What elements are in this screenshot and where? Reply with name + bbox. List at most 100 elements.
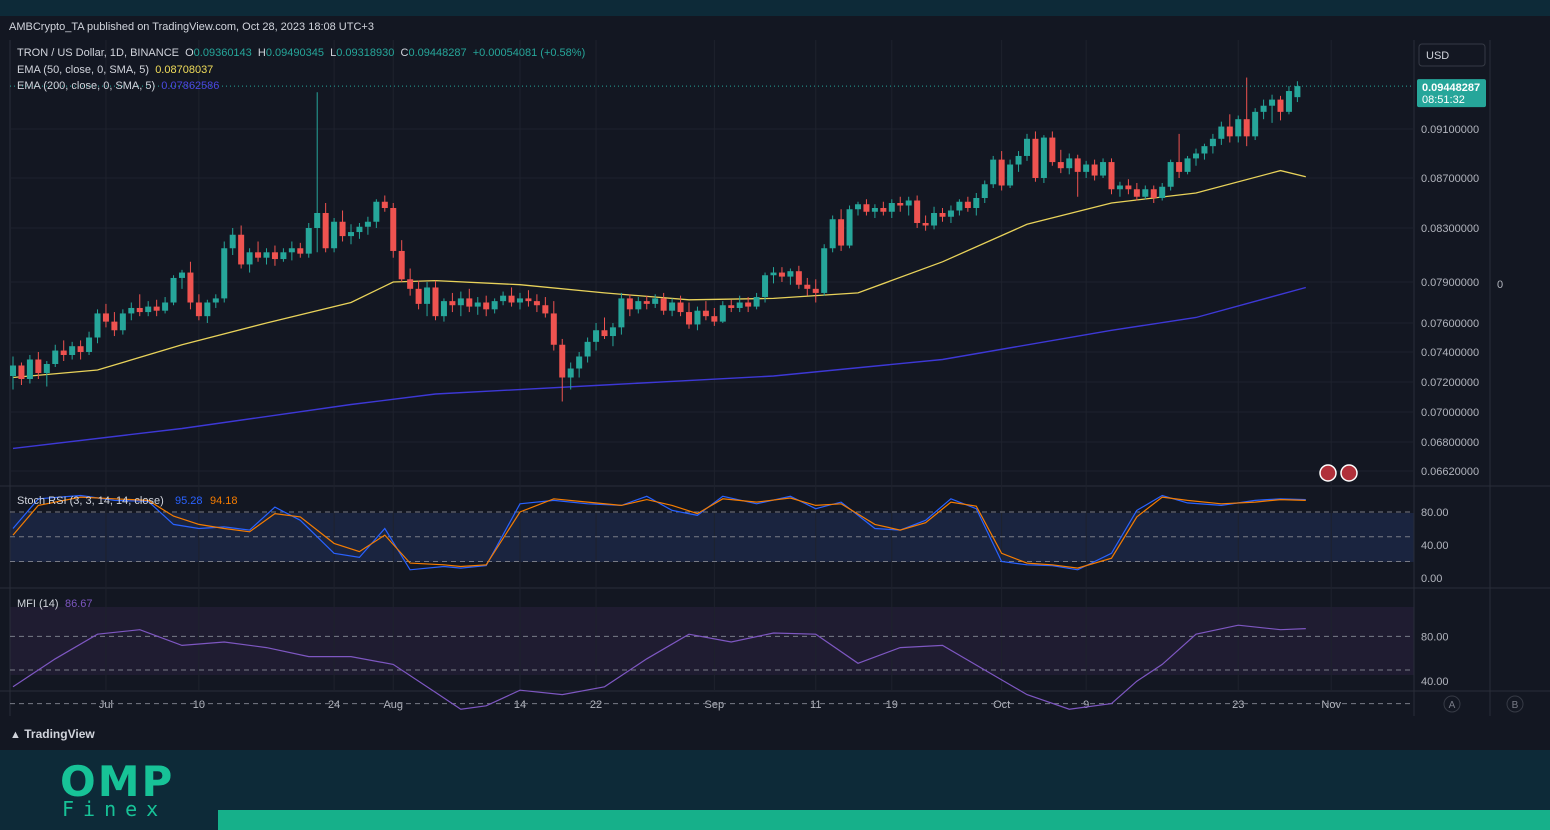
candle-body xyxy=(719,305,726,322)
candle-body xyxy=(86,337,93,352)
candle-body xyxy=(643,301,650,304)
x-tick-label: 10 xyxy=(193,699,205,711)
us-flag-event-icon xyxy=(1319,464,1337,482)
us-flag-event-icon xyxy=(1340,464,1358,482)
candle-body xyxy=(246,252,253,265)
symbol-name[interactable]: TRON / US Dollar, 1D, BINANCE xyxy=(17,47,179,59)
candle-body xyxy=(778,272,785,277)
ohlc-change: +0.00054081 (+0.58%) xyxy=(472,47,586,59)
candle-body xyxy=(60,350,67,355)
candle-body xyxy=(533,301,540,306)
candle-body xyxy=(398,250,405,280)
candle-body xyxy=(728,305,735,308)
candle-body xyxy=(1209,138,1216,147)
candle-body xyxy=(1066,158,1073,169)
ohlc-close: C0.09448287 xyxy=(400,47,467,59)
candle-body xyxy=(905,200,912,206)
candle-body xyxy=(821,248,828,293)
candle-body xyxy=(973,198,980,208)
candle-body xyxy=(1015,155,1022,165)
candle-body xyxy=(1091,164,1098,176)
candle-body xyxy=(1167,162,1174,187)
candle-body xyxy=(550,313,557,345)
price-tag-value: 0.09448287 xyxy=(1422,82,1480,94)
candle-body xyxy=(576,356,583,369)
candle-body xyxy=(762,275,769,298)
candle-body xyxy=(373,201,380,222)
x-tick-label: 11 xyxy=(810,699,821,711)
y-tick-label: 0.07400000 xyxy=(1421,347,1479,359)
candle-body xyxy=(702,310,709,317)
candle-body xyxy=(517,298,523,303)
candle-body xyxy=(1100,162,1107,176)
side-zero-label: 0 xyxy=(1497,279,1503,291)
ohlc-low: L0.09318930 xyxy=(330,47,395,59)
candle-body xyxy=(238,234,245,265)
y-tick-label: 0.07600000 xyxy=(1421,318,1479,330)
candle-body xyxy=(1277,99,1284,112)
finex-logo-text: Finex xyxy=(62,797,168,821)
candle-body xyxy=(1116,185,1123,190)
candle-body xyxy=(618,298,625,328)
y-tick-label: 0.07900000 xyxy=(1421,277,1479,289)
candle-body xyxy=(745,302,752,307)
candle-body xyxy=(956,201,963,211)
candle-body xyxy=(288,248,295,253)
candle-body xyxy=(770,272,777,276)
candle-body xyxy=(1074,158,1081,172)
candle-body xyxy=(508,295,515,303)
candle-body xyxy=(1176,162,1183,172)
candle-body xyxy=(922,223,929,226)
stoch-tick-label: 40.00 xyxy=(1421,540,1449,552)
candle-body xyxy=(314,213,321,228)
candle-body xyxy=(1032,138,1039,178)
ohlc-open: O0.09360143 xyxy=(185,47,252,59)
ema50-legend[interactable]: EMA (50, close, 0, SMA, 5) 0.08708037 xyxy=(17,64,213,76)
candle-body xyxy=(356,226,363,233)
ema200-label: EMA (200, close, 0, SMA, 5) xyxy=(17,80,156,92)
y-tick-label: 0.08300000 xyxy=(1421,223,1479,235)
tradingview-logo[interactable]: ▲ TradingView xyxy=(10,727,95,741)
y-tick-label: 0.07200000 xyxy=(1421,377,1479,389)
mfi-tick-label: 40.00 xyxy=(1421,676,1449,688)
candle-body xyxy=(939,213,946,217)
y-tick-label: 0.06800000 xyxy=(1421,437,1479,449)
candle-body xyxy=(466,298,473,307)
candle-body xyxy=(381,201,388,208)
candle-body xyxy=(1285,91,1292,112)
candle-body xyxy=(635,301,642,310)
candle-body xyxy=(990,159,997,185)
ema200-legend[interactable]: EMA (200, close, 0, SMA, 5) 0.07862586 xyxy=(17,80,219,92)
candle-body xyxy=(339,221,346,237)
candle-body xyxy=(440,301,447,317)
candle-body xyxy=(914,200,921,223)
candle-body xyxy=(787,271,794,277)
candle-body xyxy=(229,234,236,249)
ema50-label: EMA (50, close, 0, SMA, 5) xyxy=(17,64,150,76)
y-tick-label: 0.06620000 xyxy=(1421,466,1479,478)
candle-body xyxy=(1294,86,1301,98)
candle-body xyxy=(10,365,16,376)
candle-body xyxy=(280,252,287,260)
candle-body xyxy=(1184,158,1191,172)
candle-body xyxy=(52,350,59,364)
stoch-tick-label: 0.00 xyxy=(1421,573,1442,585)
candle-body xyxy=(669,302,676,311)
candle-body xyxy=(18,365,25,379)
candle-body xyxy=(1201,146,1208,154)
candle-body xyxy=(846,209,853,246)
price-tag-countdown: 08:51:32 xyxy=(1422,94,1465,106)
tv-logo-icon: ▲ xyxy=(10,729,21,741)
candle-body xyxy=(69,346,76,355)
candle-body xyxy=(998,159,1005,186)
candle-body xyxy=(263,252,270,258)
candle-body xyxy=(855,204,861,210)
candle-body xyxy=(601,330,608,337)
y-tick-label: 0.07000000 xyxy=(1421,407,1479,419)
candle-body xyxy=(804,284,811,289)
candle-body xyxy=(947,210,954,217)
tv-logo-text: TradingView xyxy=(24,727,95,741)
chart-svg[interactable]: Jul 10 24 Aug 14 22 Sep 11 19 Oct 9 23 Nov 0.09100000… xyxy=(0,16,1550,750)
candle-body xyxy=(1159,186,1166,198)
publish-credit: AMBCrypto_TA published on TradingView.co… xyxy=(9,21,374,33)
